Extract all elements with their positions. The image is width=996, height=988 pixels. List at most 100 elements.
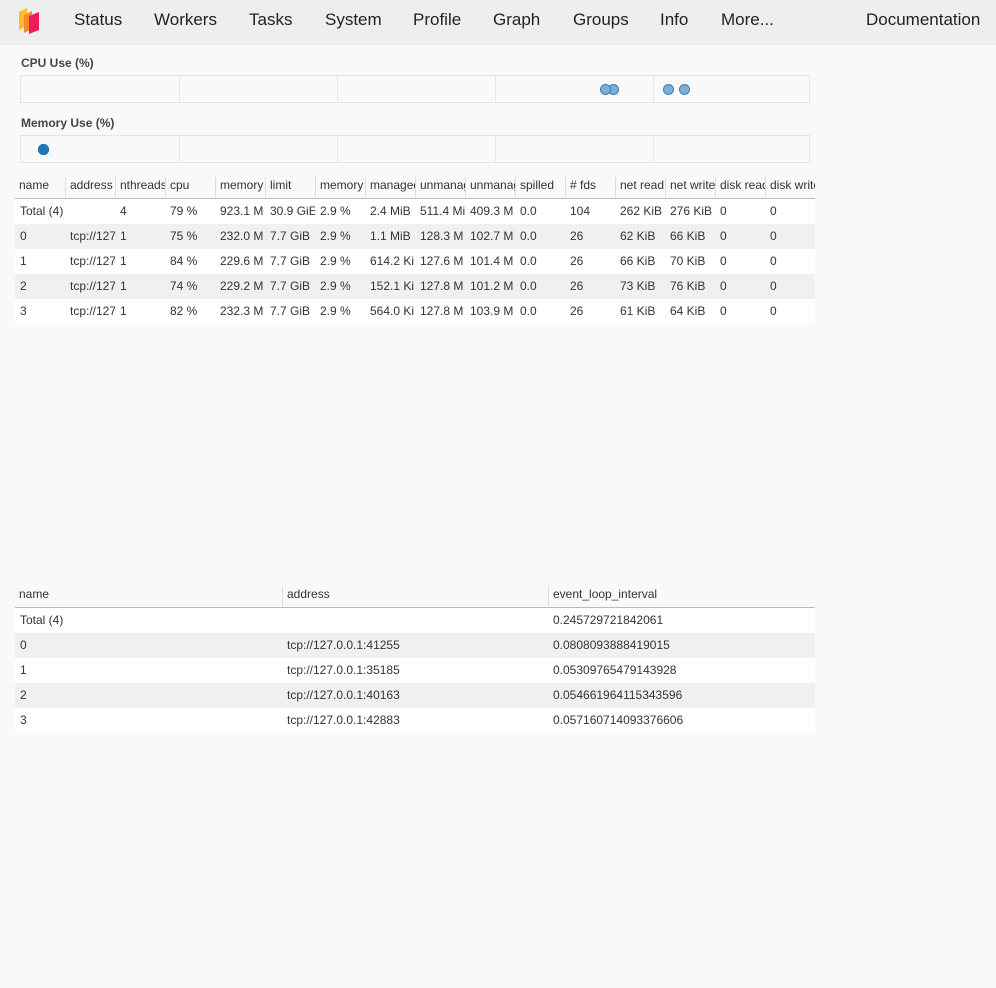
workers-cell-name: 0 bbox=[20, 229, 27, 243]
gridline bbox=[337, 76, 338, 102]
workers-cell-unmanaged-old: 409.3 M bbox=[470, 204, 514, 218]
workers-cell-name: 3 bbox=[20, 304, 27, 318]
workers-header-name[interactable]: name bbox=[15, 177, 65, 197]
event-loop-cell-address: tcp://127.0.0.1:42883 bbox=[287, 713, 400, 727]
event-loop-table: name address event_loop_interval Total (4)… bbox=[15, 582, 815, 733]
workers-row[interactable]: 2 tcp://127 1 74 % 229.2 M 7.7 GiB 2.9 % 152.1 … bbox=[15, 274, 815, 299]
gridline bbox=[653, 76, 654, 102]
event-loop-cell-address: tcp://127.0.0.1:35185 bbox=[287, 663, 400, 677]
event-loop-row[interactable]: 2 tcp://127.0.0.1:40163 0.0546619641153435… bbox=[15, 683, 815, 708]
workers-cell-managed: 614.2 Ki bbox=[370, 254, 415, 268]
gridline bbox=[653, 136, 654, 162]
workers-cell-unmanaged: 511.4 Mi bbox=[420, 204, 465, 218]
cpu-use-plot[interactable] bbox=[20, 75, 810, 103]
workers-cell-disk-write: 0 bbox=[770, 229, 777, 243]
event-loop-row[interactable]: 1 tcp://127.0.0.1:35185 0.0530976547914392… bbox=[15, 658, 815, 683]
nav-graph-link[interactable]: Graph bbox=[493, 10, 540, 30]
workers-cell-spilled: 0.0 bbox=[520, 229, 537, 243]
workers-cell-address bbox=[65, 199, 115, 224]
nav-tasks-link[interactable]: Tasks bbox=[249, 10, 292, 30]
event-loop-row[interactable]: 3 tcp://127.0.0.1:42883 0.0571607140933766… bbox=[15, 708, 815, 733]
nav-groups-link[interactable]: Groups bbox=[573, 10, 629, 30]
workers-cell-net-read: 262 KiB bbox=[620, 204, 663, 218]
nav-profile-link[interactable]: Profile bbox=[413, 10, 461, 30]
workers-cell-unmanaged-old: 102.7 M bbox=[470, 229, 514, 243]
event-loop-header-event-loop-interval[interactable]: event_loop_interval bbox=[548, 586, 815, 606]
workers-cell-address: tcp://127 bbox=[70, 304, 115, 318]
workers-table: name address nthreads cpu memory limit memory m… bbox=[15, 173, 815, 324]
workers-header-cpu[interactable]: cpu bbox=[165, 177, 215, 197]
memory-worker-dot[interactable] bbox=[38, 144, 50, 155]
cpu-chart-title: CPU Use (%) bbox=[21, 56, 94, 70]
workers-cell-managed: 1.1 MiB bbox=[370, 229, 411, 243]
workers-cell-nthreads: 1 bbox=[120, 229, 127, 243]
workers-header-spilled[interactable]: spilled bbox=[515, 177, 565, 197]
memory-use-plot[interactable] bbox=[20, 135, 810, 163]
workers-header-net-read[interactable]: net read bbox=[615, 177, 665, 197]
workers-cell-name: 2 bbox=[20, 279, 27, 293]
workers-cell-limit: 30.9 GiE bbox=[270, 204, 315, 218]
workers-header-net-write[interactable]: net write bbox=[665, 177, 715, 197]
event-loop-cell-name: 0 bbox=[20, 638, 27, 652]
workers-cell-cpu: 82 % bbox=[170, 304, 198, 318]
workers-cell-managed: 152.1 Ki bbox=[370, 279, 415, 293]
workers-table-header: name address nthreads cpu memory limit memory m… bbox=[15, 173, 815, 199]
workers-header-memory[interactable]: memory bbox=[215, 177, 265, 197]
workers-header-unmanaged-old[interactable]: unmanaged bbox=[465, 177, 515, 197]
workers-cell-net-write: 276 KiB bbox=[670, 204, 713, 218]
cpu-worker-dot[interactable] bbox=[663, 84, 675, 95]
event-loop-header-address[interactable]: address bbox=[282, 586, 548, 606]
event-loop-row[interactable]: Total (4) 0.245729721842061 bbox=[15, 608, 815, 633]
event-loop-table-header: name address event_loop_interval bbox=[15, 582, 815, 608]
workers-row[interactable]: 0 tcp://127 1 75 % 232.0 M 7.7 GiB 2.9 % 1.1 Mi… bbox=[15, 224, 815, 249]
workers-cell-disk-write: 0 bbox=[770, 204, 777, 218]
workers-header-limit[interactable]: limit bbox=[265, 177, 315, 197]
dask-logo-icon[interactable] bbox=[17, 6, 43, 34]
nav-more-dropdown[interactable]: More... bbox=[721, 10, 774, 30]
workers-cell-disk-read: 0 bbox=[720, 254, 727, 268]
memory-chart-title: Memory Use (%) bbox=[21, 116, 115, 130]
workers-header-memory-percent[interactable]: memory bbox=[315, 177, 365, 197]
workers-header-nthreads[interactable]: nthreads bbox=[115, 177, 165, 197]
workers-row[interactable]: 3 tcp://127 1 82 % 232.3 M 7.7 GiB 2.9 % 564.0 … bbox=[15, 299, 815, 324]
workers-cell-name: 1 bbox=[20, 254, 27, 268]
workers-cell-memory-percent: 2.9 % bbox=[320, 279, 351, 293]
event-loop-cell-event-loop-interval: 0.0808093888419015 bbox=[553, 638, 670, 652]
nav-system-link[interactable]: System bbox=[325, 10, 382, 30]
workers-header-managed[interactable]: managed bbox=[365, 177, 415, 197]
workers-cell-unmanaged-old: 103.9 M bbox=[470, 304, 514, 318]
workers-header-fds[interactable]: # fds bbox=[565, 177, 615, 197]
workers-cell-fds: 26 bbox=[570, 254, 584, 268]
workers-cell-name: Total (4) bbox=[20, 204, 64, 218]
workers-cell-managed: 2.4 MiB bbox=[370, 204, 411, 218]
workers-cell-unmanaged: 127.6 M bbox=[420, 254, 464, 268]
nav-info-link[interactable]: Info bbox=[660, 10, 688, 30]
workers-cell-nthreads: 1 bbox=[120, 279, 127, 293]
event-loop-header-name[interactable]: name bbox=[15, 586, 282, 606]
workers-header-address[interactable]: address bbox=[65, 177, 115, 197]
workers-cell-net-read: 62 KiB bbox=[620, 229, 656, 243]
event-loop-cell-event-loop-interval: 0.054661964115343596 bbox=[553, 688, 683, 702]
cpu-worker-dot[interactable] bbox=[679, 84, 691, 95]
nav-status-link[interactable]: Status bbox=[74, 10, 122, 30]
workers-header-disk-read[interactable]: disk read bbox=[715, 177, 765, 197]
nav-workers-link[interactable]: Workers bbox=[154, 10, 217, 30]
workers-cell-address: tcp://127 bbox=[70, 229, 115, 243]
workers-row[interactable]: 1 tcp://127 1 84 % 229.6 M 7.7 GiB 2.9 % 614.2 … bbox=[15, 249, 815, 274]
workers-row[interactable]: Total (4) 4 79 % 923.1 M 30.9 GiE 2.9 % 2.4 Mi… bbox=[15, 199, 815, 224]
gridline bbox=[495, 76, 496, 102]
event-loop-cell-name: 1 bbox=[20, 663, 27, 677]
gridline bbox=[495, 136, 496, 162]
workers-cell-limit: 7.7 GiB bbox=[270, 304, 311, 318]
event-loop-cell-event-loop-interval: 0.05309765479143928 bbox=[553, 663, 677, 677]
event-loop-row[interactable]: 0 tcp://127.0.0.1:41255 0.0808093888419015 bbox=[15, 633, 815, 658]
event-loop-cell-name: Total (4) bbox=[20, 613, 64, 627]
workers-cell-unmanaged: 127.8 M bbox=[420, 279, 464, 293]
workers-header-unmanaged[interactable]: unmanaged bbox=[415, 177, 465, 197]
nav-documentation-link[interactable]: Documentation bbox=[866, 10, 980, 30]
workers-cell-unmanaged: 128.3 M bbox=[420, 229, 464, 243]
workers-cell-nthreads: 1 bbox=[120, 254, 127, 268]
workers-cell-memory: 232.0 M bbox=[220, 229, 264, 243]
event-loop-cell-address bbox=[282, 608, 548, 633]
workers-header-disk-write[interactable]: disk write bbox=[765, 177, 815, 197]
